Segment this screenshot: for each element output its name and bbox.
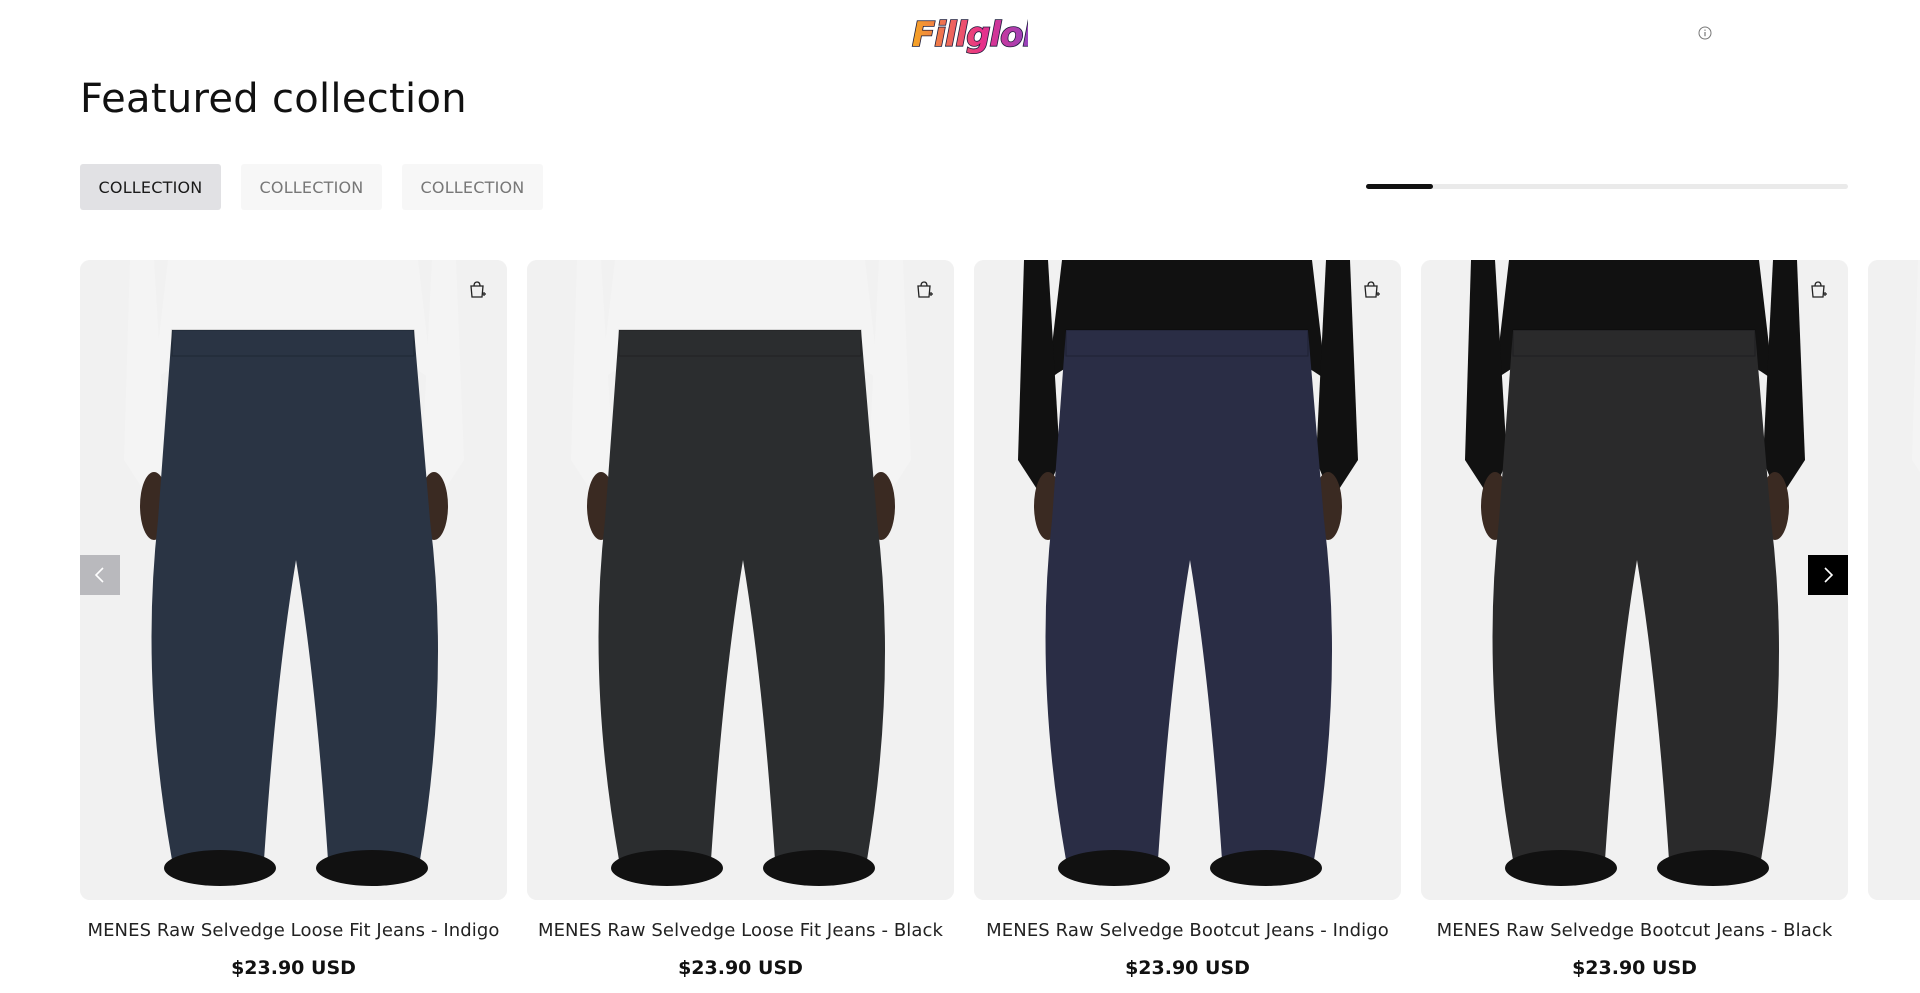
tab-collection-2[interactable]: COLLECTION <box>241 164 382 210</box>
product-photo <box>527 260 954 900</box>
info-icon[interactable] <box>1698 26 1712 40</box>
product-image[interactable] <box>527 260 954 900</box>
product-photo <box>1421 260 1848 900</box>
product-card[interactable]: MENES Raw Selvedge Loose Fit Jeans - Bla… <box>527 260 954 979</box>
product-card[interactable]: MENES Raw Selvedge Bootcut Jeans - Black… <box>1421 260 1848 979</box>
product-name[interactable]: MENES Raw Selvedge Bootcut Jeans - Indig… <box>974 920 1401 941</box>
add-to-cart-icon[interactable] <box>914 280 934 300</box>
product-name[interactable]: M <box>1868 920 1920 941</box>
product-price: $23.90 USD <box>1125 957 1250 979</box>
product-price: $23.90 USD <box>231 957 356 979</box>
carousel-progress-fill <box>1366 184 1434 189</box>
carousel-progress-bar[interactable] <box>1366 184 1848 189</box>
product-name[interactable]: MENES Raw Selvedge Loose Fit Jeans - Ind… <box>80 920 507 941</box>
product-name[interactable]: MENES Raw Selvedge Bootcut Jeans - Black <box>1421 920 1848 941</box>
product-image[interactable] <box>80 260 507 900</box>
chevron-right-icon <box>1824 567 1834 583</box>
product-image[interactable] <box>974 260 1401 900</box>
logo-wordmark: Fillglobally <box>912 15 1028 55</box>
tab-collection-1[interactable]: COLLECTION <box>80 164 221 210</box>
product-card[interactable]: M <box>1868 260 1920 957</box>
logo-graphic: Fillglobally <box>911 14 1115 56</box>
product-photo <box>974 260 1401 900</box>
product-card[interactable]: MENES Raw Selvedge Bootcut Jeans - Indig… <box>974 260 1401 979</box>
product-card[interactable]: MENES Raw Selvedge Loose Fit Jeans - Ind… <box>80 260 507 979</box>
chevron-left-icon <box>94 567 104 583</box>
product-price: $23.90 USD <box>678 957 803 979</box>
carousel-prev-button[interactable] <box>80 555 120 595</box>
section-title: Featured collection <box>80 76 467 122</box>
carousel-next-button[interactable] <box>1808 555 1848 595</box>
product-carousel: MENES Raw Selvedge Loose Fit Jeans - Ind… <box>80 260 1920 993</box>
add-to-cart-icon[interactable] <box>1361 280 1381 300</box>
add-to-cart-icon[interactable] <box>467 280 487 300</box>
tab-collection-3[interactable]: COLLECTION <box>402 164 543 210</box>
product-image[interactable] <box>1421 260 1848 900</box>
add-to-cart-icon[interactable] <box>1808 280 1828 300</box>
product-photo <box>1868 260 1920 900</box>
product-name[interactable]: MENES Raw Selvedge Loose Fit Jeans - Bla… <box>527 920 954 941</box>
site-logo[interactable]: Fillglobally <box>908 10 1115 58</box>
collection-tabs: COLLECTION COLLECTION COLLECTION <box>80 164 543 210</box>
site-header: Fillglobally <box>0 0 1920 70</box>
product-image[interactable] <box>1868 260 1920 900</box>
product-price: $23.90 USD <box>1572 957 1697 979</box>
product-photo <box>80 260 507 900</box>
